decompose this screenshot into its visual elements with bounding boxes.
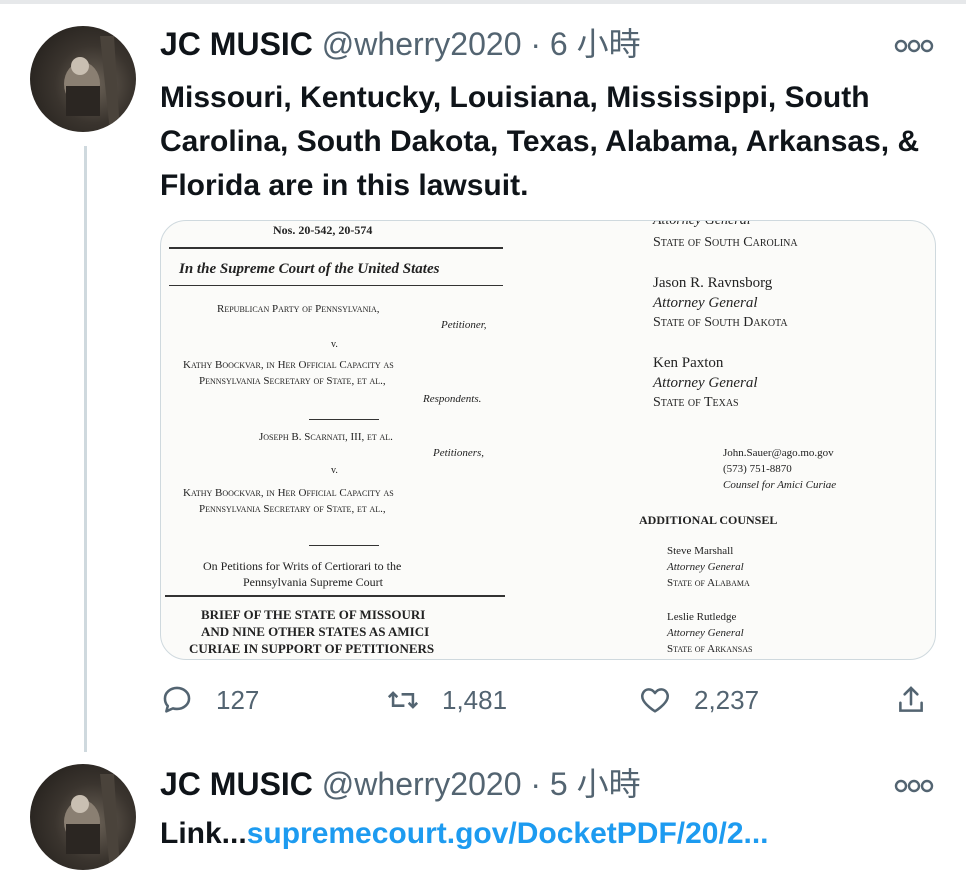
court-heading: In the Supreme Court of the United State… [179,261,440,277]
separator-dot: · [530,766,542,802]
rule [309,419,379,420]
doc-line: Republican Party of Pennsylvania, [217,303,380,315]
thread-connector-line [84,146,87,752]
heart-icon [641,688,669,713]
share-button[interactable] [894,680,950,720]
doc-line: Steve Marshall [667,545,734,557]
doc-line: Attorney General [667,627,744,639]
doc-line: State of Alabama [667,577,750,589]
display-name[interactable]: JC MUSIC [160,766,313,802]
doc-line: Pennsylvania Supreme Court [243,575,383,589]
like-button[interactable]: 2,237 [638,680,759,720]
more-horizontal-icon [894,39,934,53]
doc-line: v. [331,465,338,476]
doc-line: Pennsylvania Secretary of State, et al., [199,375,386,387]
doc-line: Attorney General [653,295,758,311]
document-page-right: Attorney General State of South Carolina… [631,221,935,659]
doc-line: Petitioners, [433,447,485,459]
avatar-image [64,774,120,870]
doc-line: State of Arkansas [667,643,753,655]
doc-line: BRIEF OF THE STATE OF MISSOURI [201,607,426,622]
tweet-header: JC MUSIC @wherry2020 · 5 小時 [160,764,641,804]
docket-number: Nos. 20-542, 20-574 [273,223,373,237]
user-handle[interactable]: @wherry2020 [322,26,522,62]
tweet-text: Missouri, Kentucky, Louisiana, Mississip… [160,81,920,202]
tweet-action-bar: 127 1,481 2,237 [160,680,940,720]
doc-line: AND NINE OTHER STATES AS AMICI [201,624,430,639]
user-handle[interactable]: @wherry2020 [322,766,522,802]
rule [169,285,503,286]
doc-line: Kathy Boockvar, in Her Official Capacity… [183,359,394,371]
doc-line: Attorney General [653,375,758,391]
display-name[interactable]: JC MUSIC [160,26,313,62]
top-divider [0,0,966,4]
rule [169,247,503,249]
doc-line: v. [331,339,338,350]
retweet-icon [387,691,419,709]
doc-line: Counsel for Amici Curiae [723,479,837,491]
more-options-button[interactable] [894,776,934,796]
document-page-left: Nos. 20-542, 20-574 In the Supreme Court… [161,221,511,659]
retweet-count: 1,481 [442,684,508,715]
doc-line: (573) 751-8870 [723,463,792,475]
more-horizontal-icon [894,779,934,793]
doc-line: Ken Paxton [653,355,724,371]
timestamp[interactable]: 6 小時 [550,26,641,62]
like-count: 2,237 [694,684,760,715]
tweet-text: Link...supremecourt.gov/DocketPDF/20/2..… [160,812,769,856]
doc-line: Pennsylvania Secretary of State, et al., [199,503,386,515]
rule [309,545,379,546]
share-upload-icon [899,686,923,712]
tweet-header: JC MUSIC @wherry2020 · 6 小時 [160,24,641,64]
doc-line: Respondents. [423,393,482,405]
more-options-button[interactable] [894,36,934,56]
doc-line: ADDITIONAL COUNSEL [639,513,778,527]
external-link[interactable]: supremecourt.gov/DocketPDF/20/2... [247,817,769,850]
text-prefix: Link... [160,817,247,850]
doc-line: State of South Carolina [653,235,798,250]
reply-count: 127 [216,684,260,715]
separator-dot: · [530,26,542,62]
doc-line: Jason R. Ravnsborg [653,275,773,291]
reply-button[interactable]: 127 [160,680,259,720]
reply-bubble-icon [163,686,191,713]
doc-line: Petitioner, [441,319,487,331]
doc-line: Joseph B. Scarnati, III, et al. [259,431,393,443]
doc-line: On Petitions for Writs of Certiorari to … [203,559,402,573]
doc-line: Leslie Rutledge [667,611,737,623]
avatar-image [64,36,120,132]
doc-line: Attorney General [653,220,751,228]
doc-line: Kathy Boockvar, in Her Official Capacity… [183,487,394,499]
tweet-media-image[interactable]: Nos. 20-542, 20-574 In the Supreme Court… [160,220,936,660]
doc-line: Attorney General [667,561,744,573]
doc-line: State of South Dakota [653,315,788,330]
doc-line: State of Texas [653,395,739,410]
avatar[interactable] [30,764,136,870]
rule [165,595,505,597]
doc-line: CURIAE IN SUPPORT OF PETITIONERS [189,641,435,656]
timestamp[interactable]: 5 小時 [550,766,641,802]
retweet-button[interactable]: 1,481 [386,680,507,720]
avatar[interactable] [30,26,136,132]
doc-line: John.Sauer@ago.mo.gov [723,447,834,459]
